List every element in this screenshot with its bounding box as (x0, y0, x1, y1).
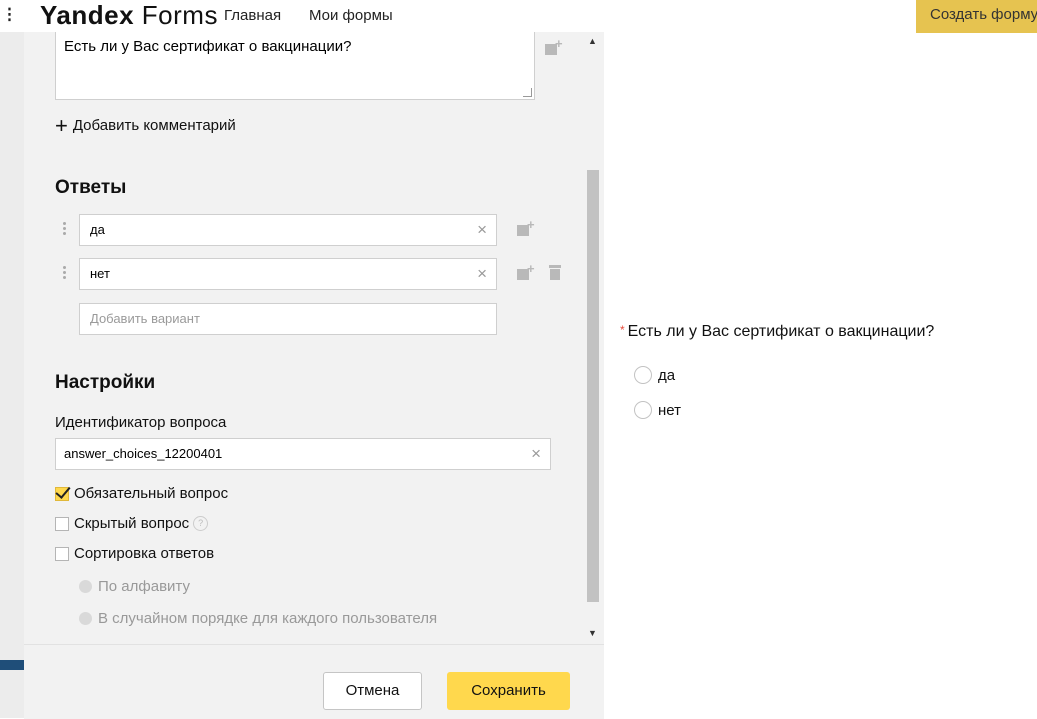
settings-title: Настройки (55, 372, 156, 393)
drag-handle-icon[interactable] (63, 266, 66, 281)
add-image-icon[interactable]: + (517, 217, 535, 237)
preview-option[interactable]: нет (634, 401, 681, 419)
radio-disabled (79, 580, 92, 593)
background-strip (0, 32, 24, 718)
add-comment-label: Добавить комментарий (72, 117, 236, 134)
create-form-button[interactable]: Создать форму (916, 0, 1037, 33)
plus-icon: + (55, 112, 68, 138)
sort-label: Сортировка ответов (74, 545, 215, 562)
scrollbar-thumb[interactable] (587, 170, 599, 602)
radio-button[interactable] (634, 366, 652, 384)
preview-question-text: Есть ли у Вас сертификат о вакцинации? (627, 323, 935, 340)
answer-value: нет (90, 266, 110, 281)
logo-light: Forms (134, 0, 218, 30)
resize-handle[interactable] (523, 88, 532, 97)
required-label: Обязательный вопрос (74, 485, 229, 502)
add-image-icon[interactable]: + (545, 36, 563, 56)
sort-random-label: В случайном порядке для каждого пользова… (98, 610, 438, 627)
clear-icon[interactable]: × (531, 439, 541, 469)
logo[interactable]: Yandex Forms (40, 2, 218, 28)
panel-footer: Отмена Сохранить (24, 644, 604, 719)
scrollbar[interactable]: ▲ ▼ (584, 32, 600, 644)
question-text-value: Есть ли у Вас сертификат о вакцинации? (64, 38, 352, 55)
preview-option-label: нет (658, 401, 681, 419)
nav-home[interactable]: Главная (224, 7, 281, 24)
help-icon[interactable]: ? (193, 516, 209, 531)
required-checkbox[interactable] (55, 486, 69, 501)
sort-alphabet-label: По алфавиту (98, 578, 190, 595)
hidden-label: Скрытый вопрос (74, 515, 190, 532)
menu-icon[interactable]: ⁝ (6, 4, 13, 26)
radio-disabled (79, 612, 92, 625)
question-text-input[interactable]: Есть ли у Вас сертификат о вакцинации? (55, 32, 535, 100)
logo-bold: Yandex (40, 0, 135, 30)
question-id-label: Идентификатор вопроса (55, 414, 227, 431)
question-id-value: answer_choices_12200401 (64, 446, 223, 461)
editor-scroll-area[interactable]: Есть ли у Вас сертификат о вакцинации? +… (24, 32, 604, 644)
add-variant-input[interactable]: Добавить вариант (79, 303, 497, 335)
cancel-button[interactable]: Отмена (323, 672, 422, 710)
clear-icon[interactable]: × (477, 259, 487, 289)
answer-input[interactable]: да × (79, 214, 497, 246)
preview-option[interactable]: да (634, 366, 675, 384)
sort-checkbox-row[interactable]: Сортировка ответов (55, 545, 214, 562)
answer-value: да (90, 222, 105, 237)
clear-icon[interactable]: × (477, 215, 487, 245)
add-image-icon[interactable]: + (517, 261, 535, 281)
sort-checkbox[interactable] (55, 546, 69, 561)
sort-alphabet-option: По алфавиту (79, 578, 190, 595)
nav-my-forms[interactable]: Мои формы (309, 7, 393, 24)
hidden-checkbox-row[interactable]: Скрытый вопрос ? (55, 515, 209, 532)
background-band (0, 660, 24, 670)
preview-question: * Есть ли у Вас сертификат о вакцинации? (620, 323, 934, 341)
scroll-down-icon[interactable]: ▼ (588, 628, 597, 638)
drag-handle-icon[interactable] (63, 222, 66, 237)
answer-input[interactable]: нет × (79, 258, 497, 290)
save-button[interactable]: Сохранить (447, 672, 570, 710)
answers-title: Ответы (55, 177, 127, 198)
required-checkbox-row[interactable]: Обязательный вопрос (55, 485, 228, 502)
add-variant-placeholder: Добавить вариант (90, 311, 200, 326)
question-editor-panel: Есть ли у Вас сертификат о вакцинации? +… (24, 32, 604, 719)
scroll-up-icon[interactable]: ▲ (588, 36, 597, 46)
add-comment-link[interactable]: + Добавить комментарий (55, 112, 236, 138)
radio-button[interactable] (634, 401, 652, 419)
sort-random-option: В случайном порядке для каждого пользова… (79, 610, 437, 627)
preview-option-label: да (658, 366, 676, 384)
trash-icon[interactable] (549, 265, 561, 280)
question-id-input[interactable]: answer_choices_12200401 × (55, 438, 551, 470)
required-mark: * (620, 323, 625, 337)
hidden-checkbox[interactable] (55, 516, 69, 531)
header: ⁝ Yandex Forms Главная Мои формы Создать… (0, 0, 1037, 33)
